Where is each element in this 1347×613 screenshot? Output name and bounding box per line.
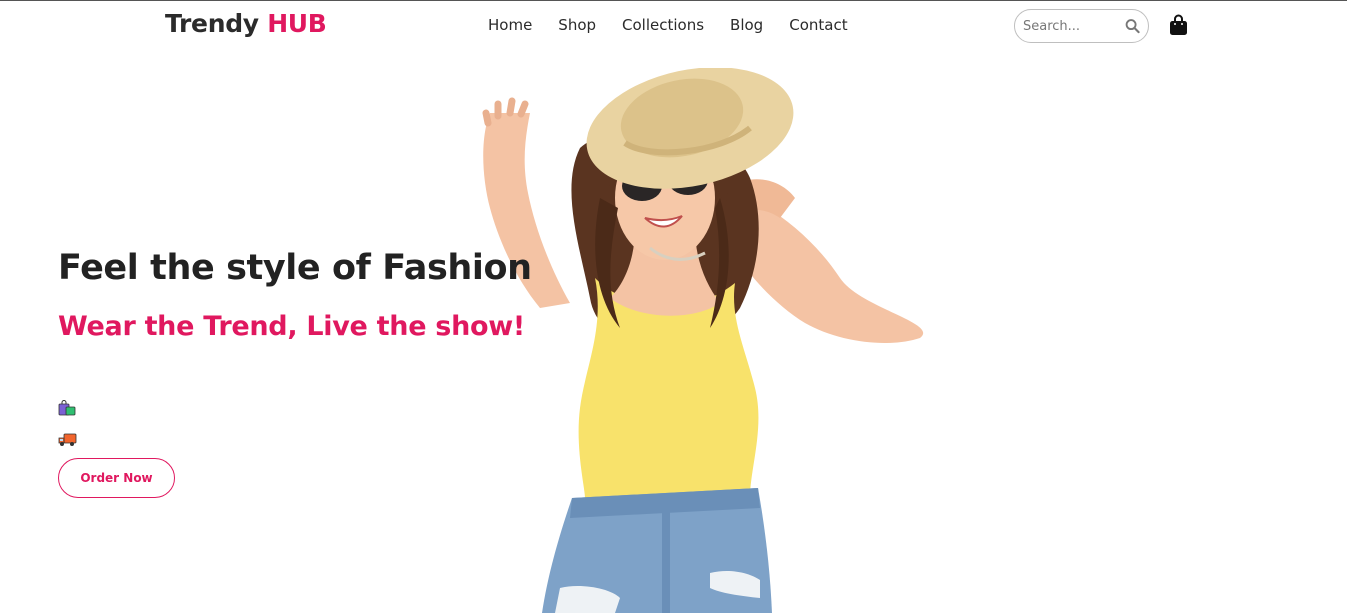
nav-blog[interactable]: Blog: [730, 16, 763, 34]
logo-text: Trendy: [165, 9, 259, 38]
nav-shop[interactable]: Shop: [558, 16, 596, 34]
site-logo[interactable]: Trendy HUB: [165, 9, 327, 38]
top-border: [0, 0, 1347, 1]
shopping-bag-icon[interactable]: [1169, 14, 1188, 36]
search-input[interactable]: [1023, 18, 1123, 34]
shopping-bags-emoji-icon: [58, 400, 76, 416]
main-nav: Home Shop Collections Blog Contact: [488, 16, 874, 34]
order-now-button[interactable]: Order Now: [58, 458, 175, 498]
logo-accent-text: HUB: [267, 9, 327, 38]
delivery-truck-emoji-icon: [58, 433, 77, 446]
search-icon[interactable]: [1125, 18, 1140, 34]
hero-title: Feel the style of Fashion: [58, 248, 532, 288]
hero-subtitle: Wear the Trend, Live the show!: [58, 311, 525, 342]
nav-home[interactable]: Home: [488, 16, 532, 34]
nav-collections[interactable]: Collections: [622, 16, 704, 34]
nav-contact[interactable]: Contact: [789, 16, 847, 34]
search-box: [1014, 9, 1149, 43]
